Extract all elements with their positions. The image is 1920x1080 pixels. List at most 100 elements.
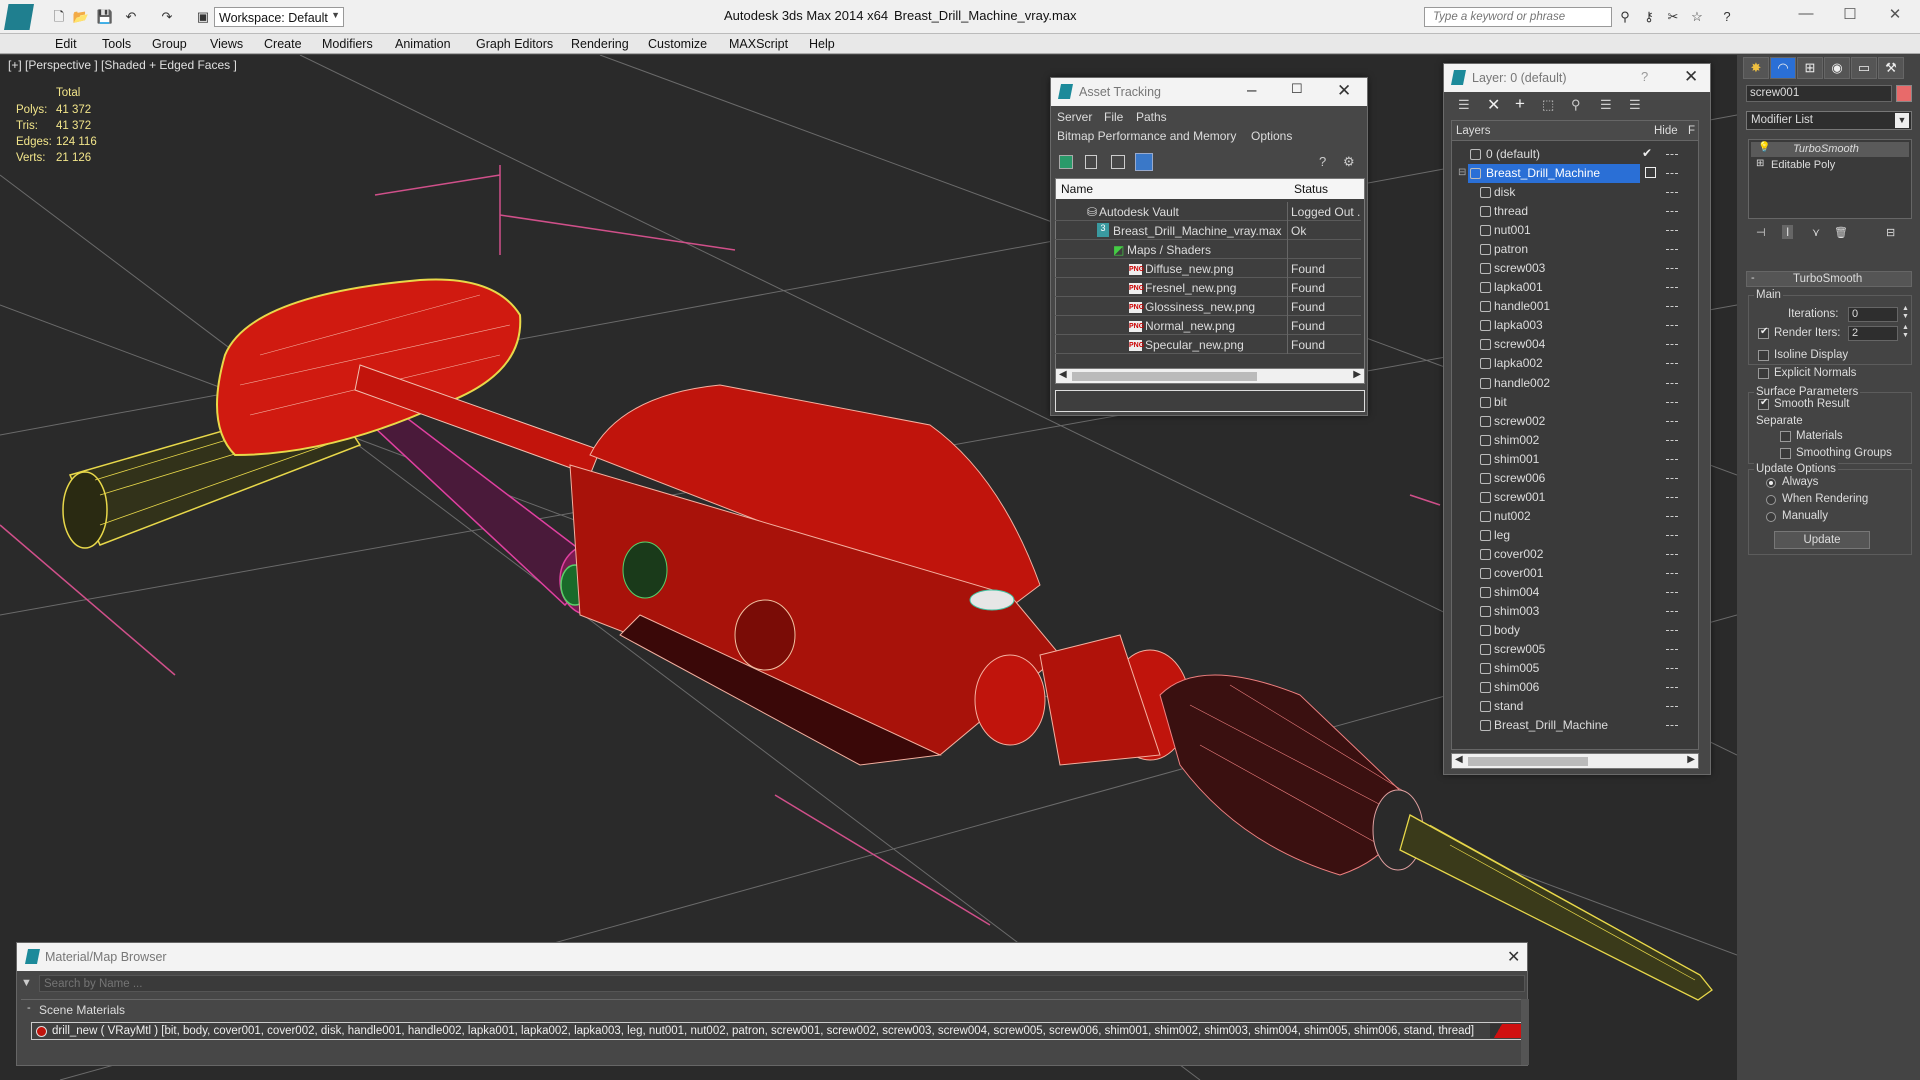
layer-object-row[interactable]: screw001 (1452, 488, 1699, 507)
modifier-list-dropdown[interactable]: Modifier List ▼ (1746, 111, 1912, 130)
menu-modifiers[interactable]: Modifiers (322, 37, 373, 51)
isoline-display-checkbox[interactable] (1758, 350, 1769, 361)
iterations-spinner[interactable]: 0 (1848, 307, 1898, 322)
hide-toggle[interactable] (1666, 496, 1678, 498)
menu-options[interactable]: Options (1251, 129, 1292, 143)
menu-server[interactable]: Server (1057, 110, 1092, 124)
scroll-right-icon[interactable]: ▶ (1687, 754, 1695, 765)
hide-toggle[interactable] (1666, 630, 1678, 632)
material-row[interactable]: drill_new ( VRayMtl ) [bit, body, cover0… (31, 1022, 1525, 1040)
scroll-thumb[interactable] (1468, 757, 1588, 766)
star-icon[interactable]: ☆ (1688, 8, 1706, 26)
table-row[interactable]: PNG Diffuse_new.png Found (1055, 259, 1361, 278)
close-icon[interactable]: ✕ (1684, 67, 1698, 87)
layer-row-default[interactable]: 0 (default) ✔ (1452, 145, 1699, 164)
hierarchy-tab-icon[interactable]: ⊞ (1797, 57, 1823, 79)
layer-object-row[interactable]: screw002 (1452, 412, 1699, 431)
hide-toggle[interactable] (1666, 249, 1678, 251)
hide-toggle[interactable] (1666, 192, 1678, 193)
modify-tab-icon[interactable]: ◠ (1770, 57, 1796, 79)
layer-object-row[interactable]: lapka001 (1452, 278, 1699, 297)
menu-edit[interactable]: Edit (55, 37, 77, 51)
table-row[interactable]: PNG Normal_new.png Found (1055, 316, 1361, 335)
expand-icon[interactable]: ⊞ (1756, 158, 1764, 169)
hide-toggle[interactable] (1666, 154, 1678, 155)
horizontal-scrollbar[interactable]: ◀ ▶ (1055, 368, 1365, 384)
explicit-normals-checkbox[interactable] (1758, 368, 1769, 379)
rollout-header[interactable]: - TurboSmooth (1746, 271, 1912, 287)
col-hide-header[interactable]: Hide (1654, 125, 1678, 137)
layer-object-row[interactable]: bit (1452, 393, 1699, 412)
layer-object-row[interactable]: body (1452, 621, 1699, 640)
hide-toggle[interactable] (1666, 573, 1678, 574)
show-end-result-icon[interactable]: I (1782, 225, 1794, 239)
layer-object-row[interactable]: lapka003 (1452, 316, 1699, 335)
freeze-all-icon[interactable]: ☰ (1629, 97, 1641, 113)
hide-toggle[interactable] (1666, 687, 1678, 689)
layer-object-row[interactable]: nut002 (1452, 507, 1699, 526)
search-box[interactable] (1424, 7, 1612, 27)
hide-toggle[interactable] (1666, 306, 1678, 308)
path-field[interactable] (1055, 390, 1365, 412)
smoothing-groups-checkbox[interactable] (1780, 448, 1791, 459)
make-active-icon[interactable] (1645, 167, 1656, 178)
object-name-field[interactable]: screw001 (1746, 85, 1892, 102)
object-color-swatch[interactable] (1896, 85, 1912, 102)
layer-object-row[interactable]: patron (1452, 240, 1699, 259)
utilities-tab-icon[interactable]: ⚒ (1878, 57, 1904, 79)
hide-toggle[interactable] (1666, 515, 1678, 517)
menu-paths[interactable]: Paths (1136, 110, 1167, 124)
help-icon[interactable]: ? (1641, 69, 1648, 84)
table-row[interactable]: ⛁ Autodesk Vault Logged Out . (1055, 202, 1361, 221)
tools-icon[interactable]: ✂ (1664, 8, 1682, 26)
workspace-dropdown[interactable]: Workspace: Default ▼ (214, 7, 344, 27)
help-icon[interactable]: ? (1319, 154, 1326, 169)
layer-object-row[interactable]: shim002 (1452, 431, 1699, 450)
options-dropdown-icon[interactable]: ▼ (21, 977, 32, 989)
table-row[interactable]: 3 Breast_Drill_Machine_vray.max Ok (1055, 221, 1361, 240)
new-file-icon[interactable]: 🗋 (50, 8, 68, 26)
list-view-icon[interactable] (1085, 155, 1097, 169)
minimize-icon[interactable]: — (1791, 5, 1821, 25)
maximize-icon[interactable]: ☐ (1291, 81, 1303, 97)
hide-toggle[interactable] (1666, 268, 1678, 270)
layer-object-row[interactable]: screw005 (1452, 640, 1699, 659)
layer-object-row[interactable]: cover001 (1452, 564, 1699, 583)
hide-toggle[interactable] (1666, 611, 1678, 613)
render-iters-checkbox[interactable] (1758, 326, 1769, 339)
close-icon[interactable]: ✕ (1507, 947, 1520, 967)
scroll-left-icon[interactable]: ◀ (1455, 754, 1463, 765)
layer-object-row[interactable]: stand (1452, 697, 1699, 716)
menu-bitmap-performance[interactable]: Bitmap Performance and Memory (1057, 129, 1236, 143)
always-radio[interactable] (1766, 478, 1776, 488)
layer-object-row[interactable]: shim003 (1452, 602, 1699, 621)
make-unique-icon[interactable]: ⋎ (1812, 226, 1820, 239)
menu-rendering[interactable]: Rendering (571, 37, 629, 51)
col-f-header[interactable]: F (1688, 125, 1695, 137)
layer-object-row[interactable]: handle001 (1452, 297, 1699, 316)
search-by-name-field[interactable] (39, 975, 1525, 992)
motion-tab-icon[interactable]: ◉ (1824, 57, 1850, 79)
layer-row-selected[interactable]: ⊟ Breast_Drill_Machine (1452, 164, 1699, 183)
settings-icon[interactable]: ⚙ (1343, 154, 1355, 170)
horizontal-scrollbar[interactable]: ◀ ▶ (1451, 753, 1699, 769)
viewport-label[interactable]: [+] [Perspective ] [Shaded + Edged Faces… (8, 58, 237, 72)
layer-object-row[interactable]: leg (1452, 526, 1699, 545)
select-objects-icon[interactable]: ⬚ (1542, 97, 1554, 113)
menu-group[interactable]: Group (152, 37, 187, 51)
layer-object-row[interactable]: disk (1452, 183, 1699, 202)
help-icon[interactable]: ? (1718, 8, 1736, 26)
redo-icon[interactable]: ↷ (158, 8, 176, 26)
scroll-right-icon[interactable]: ▶ (1353, 369, 1361, 380)
table-row[interactable]: ◩ Maps / Shaders (1055, 240, 1361, 259)
layer-object-row[interactable]: handle002 (1452, 374, 1699, 393)
layer-object-row[interactable]: screw003 (1452, 259, 1699, 278)
menu-animation[interactable]: Animation (395, 37, 451, 51)
menu-views[interactable]: Views (210, 37, 243, 51)
close-icon[interactable]: ✕ (1337, 81, 1351, 101)
hide-toggle[interactable] (1666, 230, 1678, 232)
project-icon[interactable]: ▣ (194, 8, 212, 26)
layer-object-row[interactable]: screw004 (1452, 335, 1699, 354)
menu-file[interactable]: File (1104, 110, 1123, 124)
hide-toggle[interactable] (1666, 649, 1678, 651)
